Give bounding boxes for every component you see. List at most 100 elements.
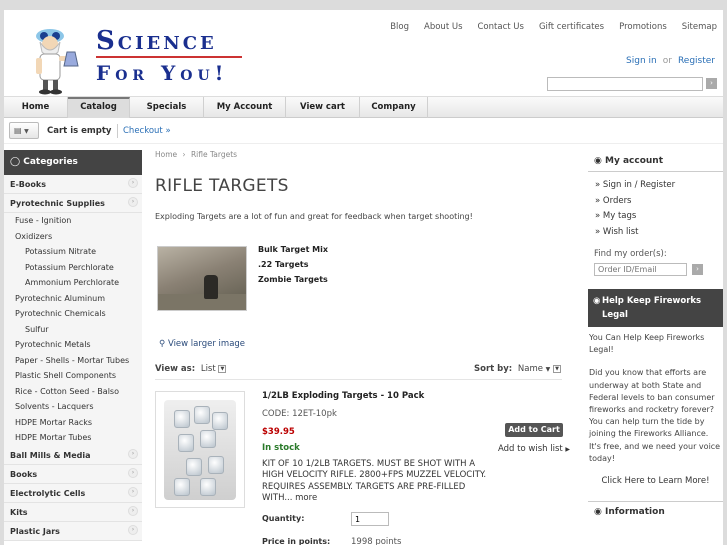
product-image[interactable] bbox=[155, 391, 245, 508]
category-item[interactable]: Pyrotechnic Supplies › bbox=[4, 194, 142, 213]
top-link-sitemap[interactable]: Sitemap bbox=[682, 22, 717, 32]
jar-icon bbox=[178, 434, 194, 452]
category-label: Potassium Perchlorate bbox=[25, 262, 114, 272]
subcategory-link[interactable]: Bulk Target Mix bbox=[258, 245, 328, 254]
cart-dropdown-button[interactable]: ▤ ▼ bbox=[9, 122, 39, 139]
category-item[interactable]: Potassium Perchlorate bbox=[4, 260, 142, 276]
quantity-input[interactable] bbox=[351, 512, 389, 526]
view-as-control[interactable]: View as: List ▼ bbox=[155, 364, 227, 374]
category-item[interactable]: Kits › bbox=[4, 503, 142, 522]
add-to-cart-button[interactable]: Add to Cart bbox=[505, 423, 563, 437]
category-item[interactable]: HDPE Mortar Racks bbox=[4, 415, 142, 431]
signin-row: Sign in or Register bbox=[626, 56, 715, 66]
account-link-signin[interactable]: » Sign in / Register bbox=[595, 180, 723, 196]
image-ground bbox=[158, 294, 246, 310]
subcategory-link[interactable]: .22 Targets bbox=[258, 260, 308, 269]
category-item[interactable]: HDPE Mortar Tubes bbox=[4, 430, 142, 446]
account-link-wishlist[interactable]: » Wish list bbox=[595, 227, 723, 243]
category-image[interactable] bbox=[157, 246, 247, 311]
sort-by-control[interactable]: Sort by: Name ▼ ▼ bbox=[474, 364, 561, 374]
dropdown-arrow-icon: ▼ bbox=[218, 364, 227, 373]
category-item[interactable]: Books › bbox=[4, 465, 142, 484]
category-label: Oxidizers bbox=[15, 231, 53, 241]
expand-icon[interactable]: › bbox=[128, 505, 138, 516]
category-label: Rice - Cotton Seed - Balso bbox=[15, 386, 119, 396]
category-item[interactable]: Electrolytic Cells › bbox=[4, 484, 142, 503]
product-title-link[interactable]: 1/2LB Exploding Targets - 10 Pack bbox=[262, 391, 424, 401]
category-item[interactable]: Rice - Cotton Seed - Balso bbox=[4, 384, 142, 400]
information-title: Information bbox=[605, 507, 665, 518]
right-sidebar: ◉ My account » Sign in / Register » Orde… bbox=[588, 150, 723, 545]
breadcrumb-home[interactable]: Home bbox=[155, 150, 177, 159]
category-item[interactable]: Sulfur bbox=[4, 322, 142, 338]
expand-icon[interactable]: › bbox=[128, 467, 138, 478]
circle-bullet-icon: ◉ bbox=[593, 296, 601, 306]
find-order-row: › bbox=[588, 263, 723, 276]
subcategory-link[interactable]: Zombie Targets bbox=[258, 275, 328, 284]
account-link-orders[interactable]: » Orders bbox=[595, 196, 723, 212]
product-description: KIT OF 10 1/2LB TARGETS. MUST BE SHOT WI… bbox=[262, 459, 495, 505]
sign-in-link[interactable]: Sign in bbox=[626, 56, 657, 66]
expand-icon[interactable]: › bbox=[128, 486, 138, 497]
nav-company[interactable]: Company bbox=[360, 97, 428, 118]
jar-icon bbox=[200, 430, 216, 448]
arrow-right-icon: ▶ bbox=[565, 446, 571, 453]
category-item[interactable]: Paper - Shells - Mortar Tubes bbox=[4, 353, 142, 369]
circle-bullet-icon: ◯ bbox=[10, 157, 21, 167]
cart-bar: ▤ ▼ Cart is empty Checkout » bbox=[4, 118, 723, 144]
category-item[interactable]: Plastic Jars › bbox=[4, 522, 142, 541]
category-item[interactable]: E-Books › bbox=[4, 175, 142, 194]
nav-specials[interactable]: Specials bbox=[130, 97, 204, 118]
nav-home[interactable]: Home bbox=[4, 97, 68, 118]
top-link-gift-certificates[interactable]: Gift certificates bbox=[539, 22, 604, 32]
expand-icon[interactable]: › bbox=[128, 178, 138, 188]
category-item[interactable]: Oxidizers bbox=[4, 229, 142, 245]
category-item[interactable]: Solvents - Lacquers bbox=[4, 399, 142, 415]
category-item[interactable]: Ammonium Perchlorate bbox=[4, 275, 142, 291]
add-to-wish-list-link[interactable]: Add to wish list ▶ bbox=[498, 444, 570, 454]
or-text: or bbox=[662, 56, 672, 66]
logo-line-2: For You! bbox=[96, 61, 229, 85]
jar-icon bbox=[212, 412, 228, 430]
order-search-go-icon[interactable]: › bbox=[692, 264, 703, 275]
view-larger-image-link[interactable]: ⚲ View larger image bbox=[159, 339, 245, 349]
expand-icon[interactable]: › bbox=[128, 197, 138, 207]
expand-icon[interactable]: › bbox=[128, 524, 138, 535]
category-label: Solvents - Lacquers bbox=[15, 402, 94, 411]
category-item[interactable]: Plastic Shell Components bbox=[4, 368, 142, 384]
nav-view-cart[interactable]: View cart bbox=[286, 97, 360, 118]
category-item[interactable]: Potassium Nitrate bbox=[4, 244, 142, 260]
more-link[interactable]: more bbox=[295, 493, 317, 503]
category-label: Ball Mills & Media bbox=[10, 450, 91, 460]
nav-catalog[interactable]: Catalog bbox=[68, 97, 130, 118]
top-link-about[interactable]: About Us bbox=[424, 22, 462, 32]
site-logo[interactable]: Science For You! bbox=[22, 12, 252, 96]
category-item[interactable]: Pyrotechnic Chemicals bbox=[4, 306, 142, 322]
search-go-icon[interactable]: › bbox=[706, 78, 717, 89]
page: Science For You! Blog About Us Contact U… bbox=[4, 10, 723, 545]
register-link[interactable]: Register bbox=[678, 56, 715, 66]
help-fireworks-header: ◉ Help Keep Fireworks Legal bbox=[588, 289, 723, 327]
category-label: Pyrotechnic Supplies bbox=[10, 199, 105, 208]
category-item[interactable]: Fuse - Ignition bbox=[4, 213, 142, 229]
category-label: HDPE Mortar Racks bbox=[15, 417, 93, 427]
nav-my-account[interactable]: My Account bbox=[204, 97, 286, 118]
top-link-contact[interactable]: Contact Us bbox=[478, 22, 524, 32]
help-text: Did you know that efforts are underway a… bbox=[589, 368, 721, 463]
category-item[interactable]: Pyrotechnic Metals bbox=[4, 337, 142, 353]
category-item[interactable]: Ball Mills & Media › bbox=[4, 446, 142, 465]
top-link-blog[interactable]: Blog bbox=[390, 22, 409, 32]
logo-divider bbox=[96, 56, 242, 58]
top-link-promotions[interactable]: Promotions bbox=[619, 22, 667, 32]
account-link-tags[interactable]: » My tags bbox=[595, 211, 723, 227]
category-label: Pyrotechnic Aluminum bbox=[15, 293, 106, 303]
category-label: Electrolytic Cells bbox=[10, 488, 86, 498]
stock-status: In stock bbox=[262, 443, 300, 453]
order-search-input[interactable] bbox=[594, 263, 687, 276]
checkout-link[interactable]: Checkout » bbox=[123, 126, 171, 136]
search-input[interactable] bbox=[547, 77, 703, 91]
my-account-header: ◉ My account bbox=[588, 150, 723, 172]
category-item[interactable]: Pyrotechnic Aluminum bbox=[4, 291, 142, 307]
expand-icon[interactable]: › bbox=[128, 448, 138, 459]
learn-more-link[interactable]: Click Here to Learn More! bbox=[588, 476, 723, 486]
